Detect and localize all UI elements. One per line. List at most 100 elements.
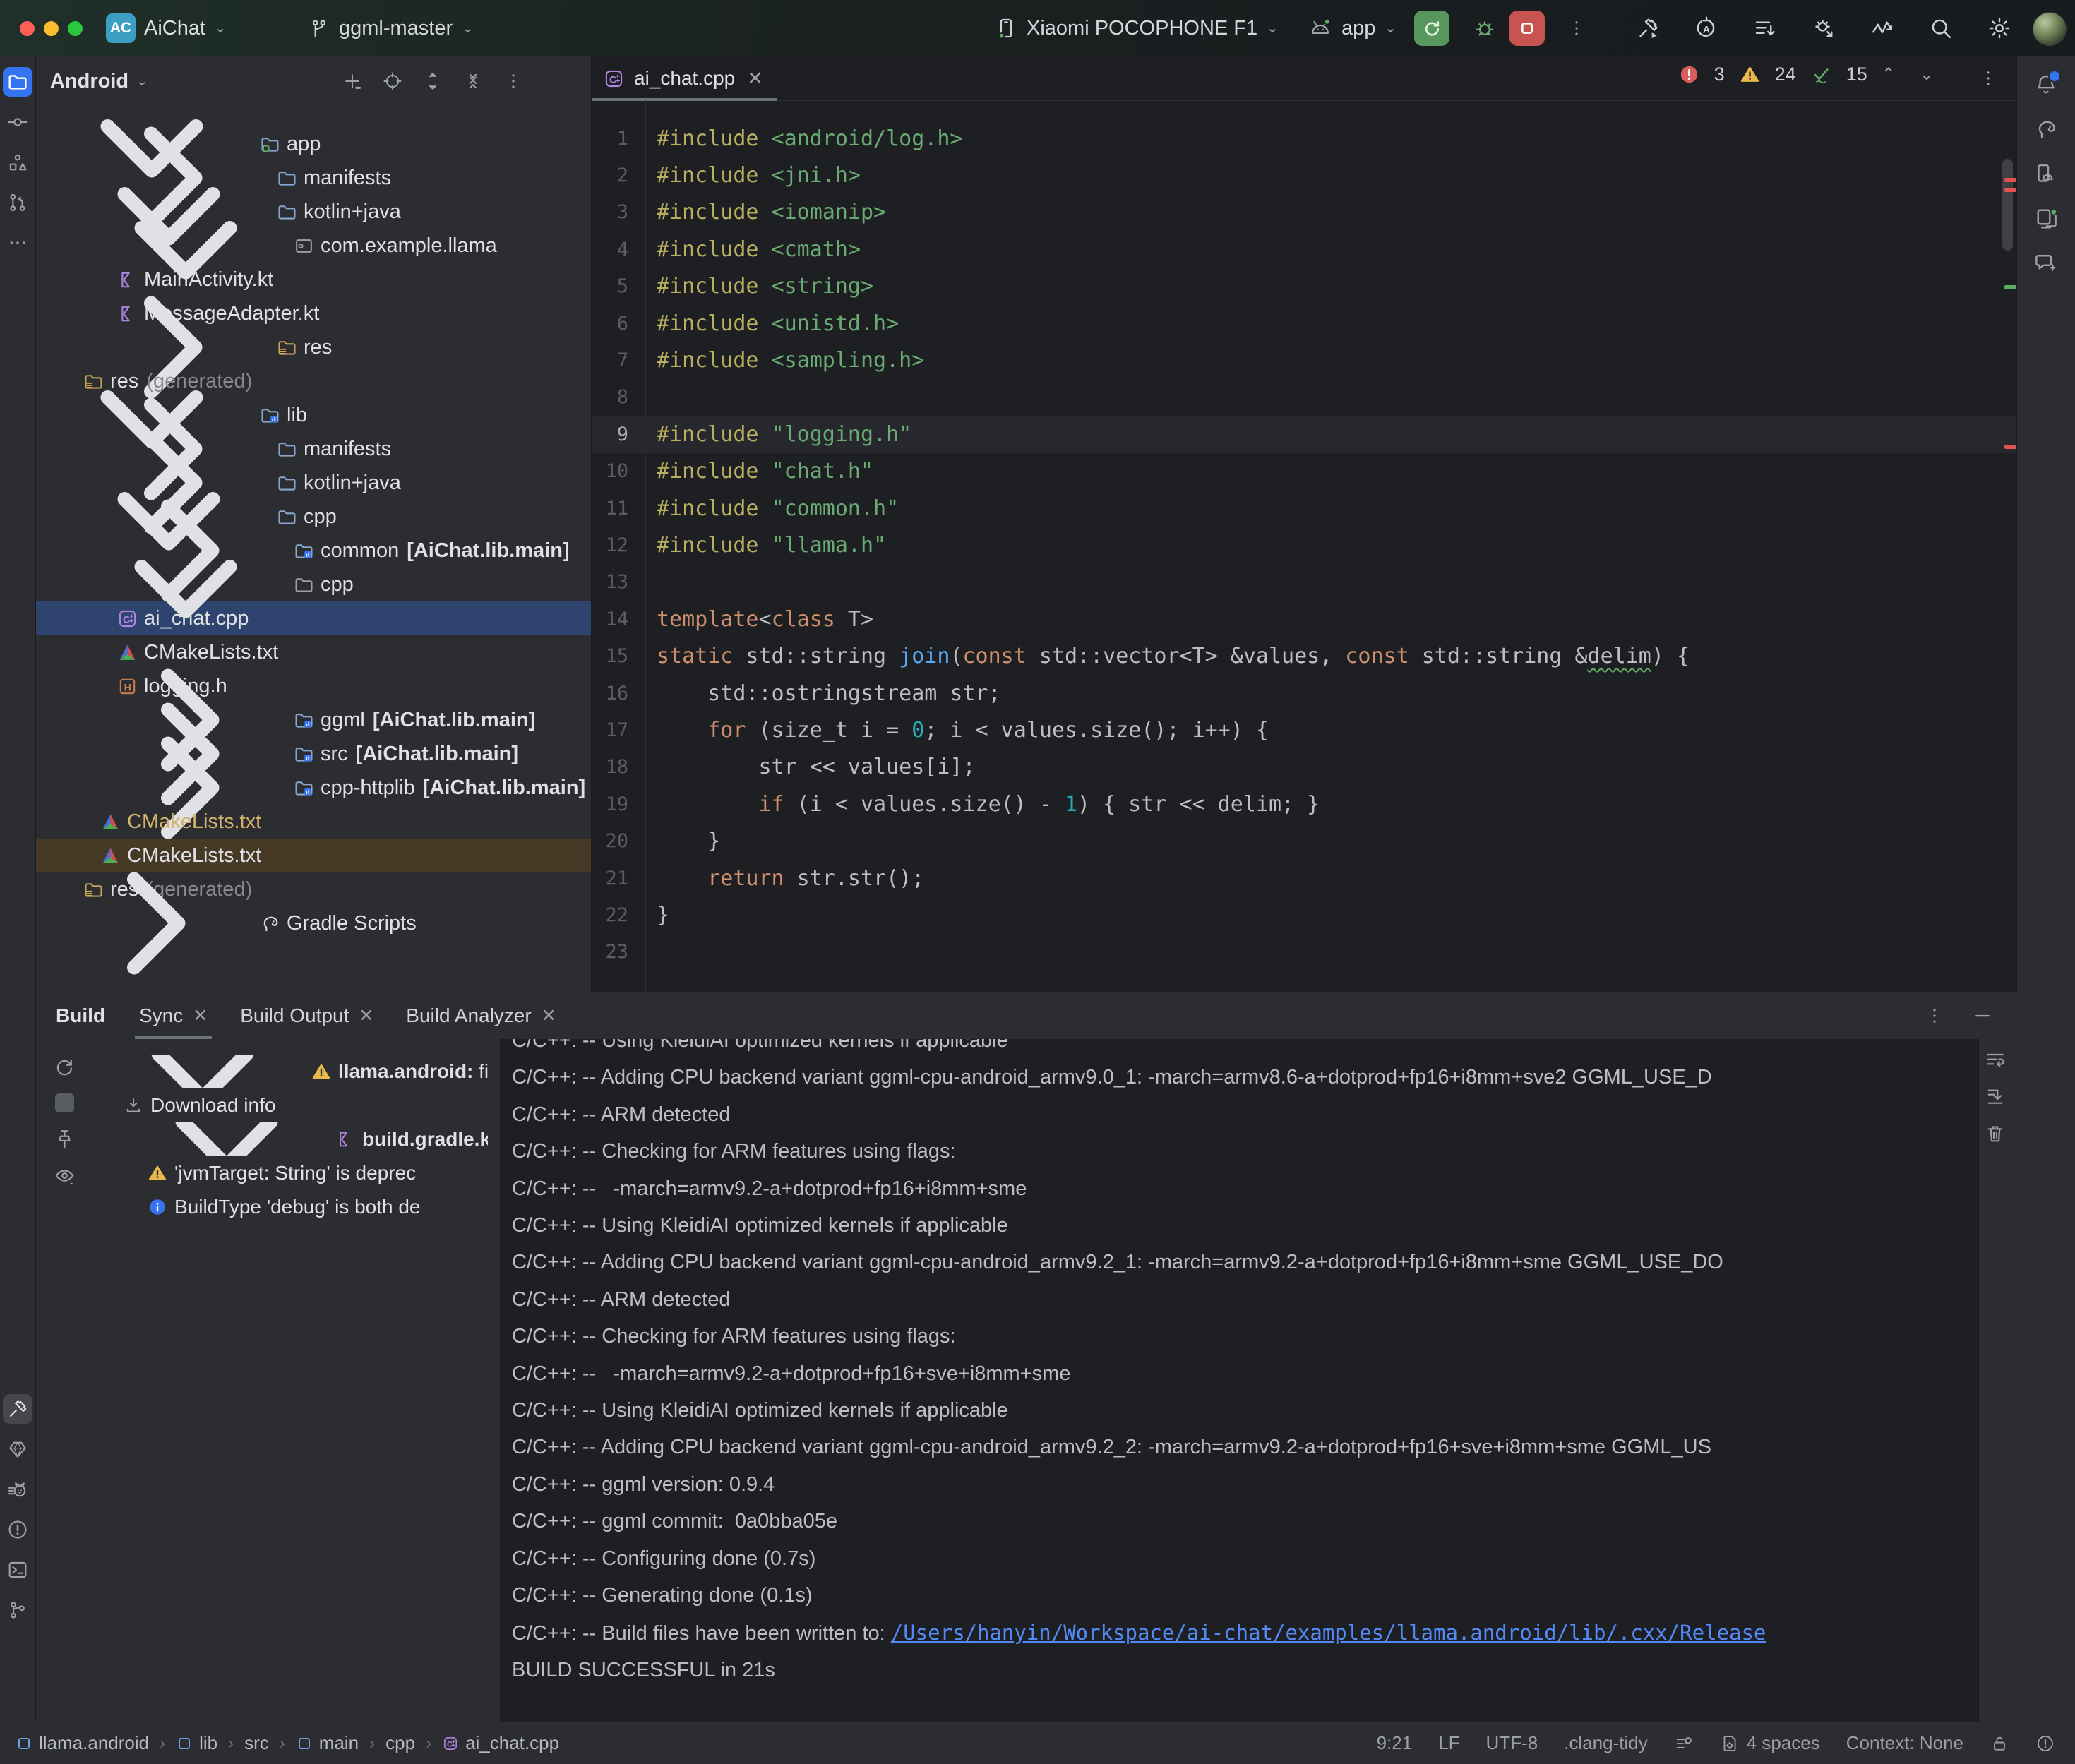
soft-wrap-icon[interactable] bbox=[1984, 1049, 2007, 1072]
build-tab-build-analyzer[interactable]: Build Analyzer✕ bbox=[406, 992, 556, 1039]
code-line-22[interactable]: 22} bbox=[592, 896, 2017, 933]
code-area[interactable]: 1#include <android/log.h>2#include <jni.… bbox=[592, 100, 2017, 971]
macos-minimize-button[interactable] bbox=[44, 21, 59, 36]
close-icon[interactable]: ✕ bbox=[359, 1005, 373, 1026]
code-line-9[interactable]: 9#include "logging.h" bbox=[592, 416, 2017, 452]
code-line-10[interactable]: 10#include "chat.h" bbox=[592, 453, 2017, 490]
stripe-problems-button[interactable] bbox=[3, 1515, 32, 1544]
breadcrumb-llama-android[interactable]: llama.android bbox=[16, 1732, 149, 1754]
code-line-3[interactable]: 3#include <iomanip> bbox=[592, 194, 2017, 231]
code-line-14[interactable]: 14template<class T> bbox=[592, 601, 2017, 637]
filter-icon[interactable] bbox=[53, 1164, 76, 1187]
chevron-down-icon[interactable] bbox=[97, 1055, 309, 1088]
collapse-all-icon[interactable] bbox=[462, 71, 484, 92]
hide-tool-window-icon[interactable] bbox=[1972, 1005, 1993, 1026]
project-widget[interactable]: AC AiChat ⌄ bbox=[106, 0, 227, 56]
error-stripe-mark[interactable] bbox=[2004, 178, 2016, 182]
stripe-app-insights-button[interactable] bbox=[3, 1434, 32, 1464]
lines-restart-icon[interactable] bbox=[1752, 16, 1778, 41]
vcs-stripe-mark[interactable] bbox=[2004, 285, 2016, 289]
stripe-build-hammer-button[interactable] bbox=[3, 1394, 32, 1424]
stripe-notifications-button[interactable] bbox=[2030, 68, 2062, 101]
build-output-link[interactable]: /Users/hanyin/Workspace/ai-chat/examples… bbox=[891, 1621, 1766, 1645]
code-line-13[interactable]: 13 bbox=[592, 564, 2017, 601]
prev-problem-icon[interactable]: ⌃ bbox=[1882, 64, 1896, 85]
status-widget[interactable] bbox=[1990, 1734, 2009, 1753]
code-line-12[interactable]: 12#include "llama.h" bbox=[592, 527, 2017, 563]
status-widget-utf-8[interactable]: UTF-8 bbox=[1486, 1732, 1538, 1754]
code-line-21[interactable]: 21 return str.str(); bbox=[592, 860, 2017, 896]
stripe-structure-button[interactable] bbox=[3, 148, 32, 177]
profiler-icon[interactable] bbox=[1870, 16, 1895, 41]
macos-zoom-button[interactable] bbox=[68, 21, 83, 36]
code-line-11[interactable]: 11#include "common.h" bbox=[592, 490, 2017, 527]
code-line-18[interactable]: 18 str << values[i]; bbox=[592, 749, 2017, 786]
code-line-16[interactable]: 16 std::ostringstream str; bbox=[592, 675, 2017, 712]
code-line-4[interactable]: 4#include <cmath> bbox=[592, 231, 2017, 268]
close-icon[interactable]: ✕ bbox=[193, 1005, 208, 1026]
stripe-more-horizontal-button[interactable] bbox=[3, 228, 32, 258]
build-console[interactable]: C/C++: -- Using KleidiAI optimized kerne… bbox=[500, 1039, 1978, 1723]
status-widget--clang-tidy[interactable]: .clang-tidy bbox=[1564, 1732, 1648, 1754]
rerun-button[interactable] bbox=[1414, 11, 1449, 46]
code-line-20[interactable]: 20 } bbox=[592, 822, 2017, 859]
more-run-actions-button[interactable] bbox=[1566, 0, 1587, 56]
stripe-project-button[interactable] bbox=[3, 67, 32, 97]
expand-all-icon[interactable] bbox=[422, 71, 443, 92]
breadcrumb-cpp[interactable]: cpp bbox=[385, 1732, 415, 1754]
next-problem-icon[interactable]: ⌄ bbox=[1920, 64, 1934, 85]
stripe-running-devices-button[interactable] bbox=[2030, 202, 2062, 234]
build-tab-build-output[interactable]: Build Output✕ bbox=[240, 992, 373, 1039]
chevron-down-icon[interactable] bbox=[121, 1122, 333, 1156]
run-configuration-selector[interactable]: app ⌄ bbox=[1308, 0, 1397, 56]
tree-item-gradle-scripts[interactable]: Gradle Scripts bbox=[36, 906, 591, 940]
status-widget-9-21[interactable]: 9:21 bbox=[1377, 1732, 1413, 1754]
code-line-7[interactable]: 7#include <sampling.h> bbox=[592, 342, 2017, 378]
pin-icon[interactable] bbox=[53, 1127, 76, 1150]
code-line-6[interactable]: 6#include <unistd.h> bbox=[592, 305, 2017, 342]
status-widget[interactable] bbox=[2035, 1734, 2055, 1753]
debug-button[interactable] bbox=[1467, 11, 1502, 46]
error-stripe-mark[interactable] bbox=[2004, 188, 2016, 192]
status-widget-context-none[interactable]: Context: None bbox=[1846, 1732, 1963, 1754]
status-widget-lf[interactable]: LF bbox=[1438, 1732, 1459, 1754]
code-line-17[interactable]: 17 for (size_t i = 0; i < values.size();… bbox=[592, 712, 2017, 748]
stripe-version-control-button[interactable] bbox=[3, 1595, 32, 1625]
kebab-icon[interactable] bbox=[1924, 1005, 1945, 1026]
build-tab-sync[interactable]: Sync✕ bbox=[139, 992, 208, 1039]
stop-button[interactable] bbox=[1509, 11, 1545, 46]
status-widget-4-spaces[interactable]: 4 spaces bbox=[1720, 1732, 1820, 1754]
code-line-19[interactable]: 19 if (i < values.size() - 1) { str << d… bbox=[592, 786, 2017, 822]
close-icon[interactable]: ✕ bbox=[747, 68, 763, 90]
settings-icon[interactable] bbox=[1987, 16, 2012, 41]
stripe-pull-requests-button[interactable] bbox=[3, 188, 32, 217]
code-line-8[interactable]: 8 bbox=[592, 379, 2017, 416]
hide-icon[interactable] bbox=[543, 71, 564, 92]
editor-options-kebab-icon[interactable] bbox=[1978, 68, 1999, 89]
build-tree-item[interactable]: 'jvmTarget: String' is deprec bbox=[92, 1156, 488, 1190]
close-icon[interactable]: ✕ bbox=[542, 1005, 556, 1026]
code-line-5[interactable]: 5#include <string> bbox=[592, 268, 2017, 305]
tree-item-cpp-httplib[interactable]: cpp-httplib[AiChat.lib.main] bbox=[36, 771, 591, 805]
build-tree-item[interactable]: Download info bbox=[92, 1088, 488, 1122]
status-widget[interactable] bbox=[1674, 1734, 1694, 1753]
stop-square-icon[interactable] bbox=[55, 1093, 74, 1112]
avatar[interactable] bbox=[2033, 12, 2067, 46]
build-tree-item[interactable]: build.gradle.ktsapp 1 warning bbox=[92, 1122, 488, 1156]
editor-scrollbar[interactable] bbox=[2002, 159, 2013, 251]
tree-item-cpp[interactable]: cpp bbox=[36, 568, 591, 601]
breadcrumb-src[interactable]: src bbox=[244, 1732, 269, 1754]
stripe-gradle-button[interactable] bbox=[2030, 113, 2062, 145]
clear-all-icon[interactable] bbox=[1984, 1122, 2007, 1145]
breadcrumb-ai-chat-cpp[interactable]: Cai_chat.cpp bbox=[442, 1732, 559, 1754]
device-selector[interactable]: Xiaomi POCOPHONE F1 ⌄ bbox=[994, 0, 1279, 56]
apply-code-changes-icon[interactable]: A bbox=[1694, 16, 1719, 41]
tab-ai-chat-cpp[interactable]: C ai_chat.cpp ✕ bbox=[592, 56, 777, 100]
breadcrumb-lib[interactable]: lib bbox=[176, 1732, 217, 1754]
search-icon[interactable] bbox=[1928, 16, 1954, 41]
stripe-logcat-button[interactable] bbox=[3, 1475, 32, 1504]
scroll-to-end-icon[interactable] bbox=[1984, 1086, 2007, 1108]
code-line-15[interactable]: 15static std::string join(const std::vec… bbox=[592, 637, 2017, 674]
hammer-run-icon[interactable] bbox=[1635, 16, 1661, 41]
error-stripe-mark[interactable] bbox=[2004, 445, 2016, 449]
